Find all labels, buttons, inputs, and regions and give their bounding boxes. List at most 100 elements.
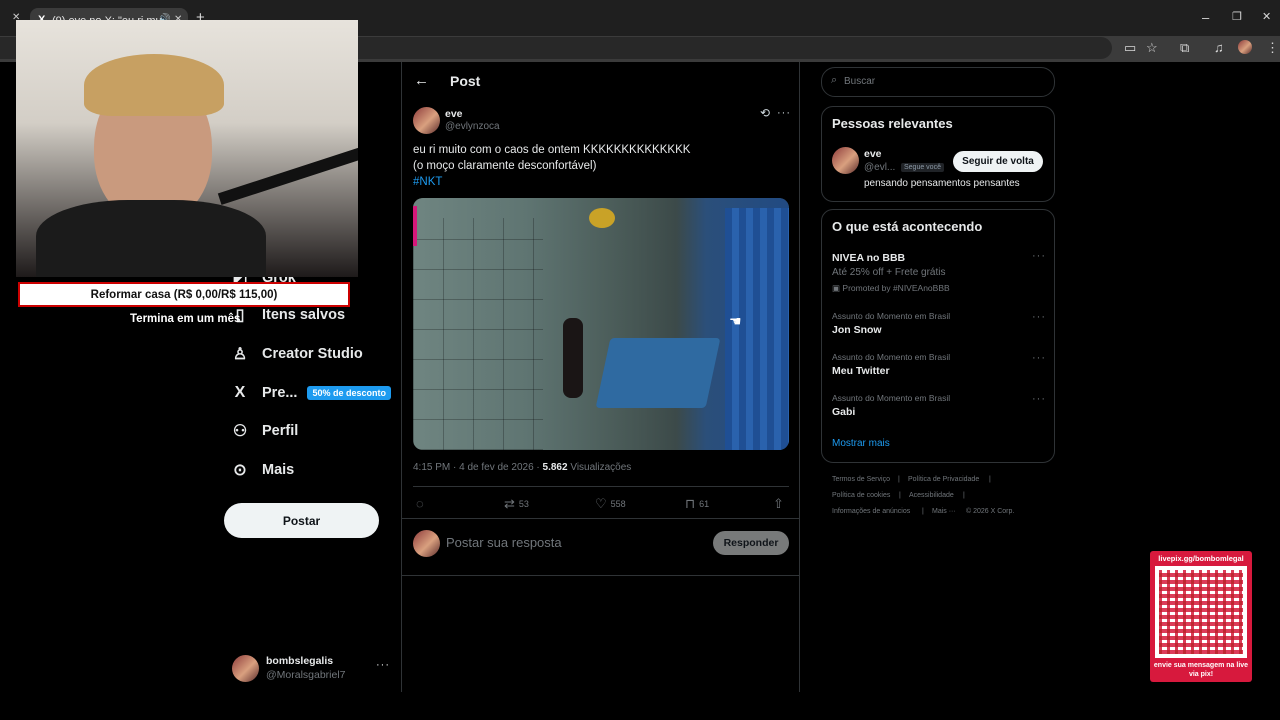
share-action[interactable]: ⇧ bbox=[773, 496, 784, 512]
relevant-people-title: Pessoas relevantes bbox=[832, 116, 953, 131]
person-icon: ⚇ bbox=[232, 423, 248, 440]
minimize-button[interactable]: – bbox=[1202, 10, 1209, 25]
views-label: Visualizações bbox=[567, 462, 632, 473]
promoted-by-label: Promoted by #NIVEAnoBBB bbox=[842, 283, 950, 293]
trend-item[interactable]: Assunto do Momento em Brasil Gabi ··· bbox=[832, 393, 1046, 421]
trend-more-icon[interactable]: ··· bbox=[1032, 352, 1046, 364]
follows-you-badge: Segue você bbox=[901, 163, 944, 172]
extensions-icon[interactable]: ⧉ bbox=[1180, 40, 1189, 56]
reply-action[interactable]: ◌ bbox=[416, 496, 424, 511]
trend-more-icon[interactable]: ··· bbox=[1032, 250, 1046, 262]
trend-name: Gabi bbox=[832, 406, 856, 418]
like-count: 558 bbox=[610, 499, 626, 509]
close-window-button[interactable]: ✕ bbox=[1262, 10, 1271, 23]
divider bbox=[413, 486, 789, 487]
x-logo-icon: X bbox=[234, 384, 246, 401]
search-input[interactable]: Buscar bbox=[844, 76, 875, 87]
webcam-person-hair bbox=[84, 54, 224, 116]
post-more-icon[interactable]: ··· bbox=[777, 107, 791, 119]
trend-name: Jon Snow bbox=[832, 324, 882, 336]
search-box[interactable]: ⌕ Buscar bbox=[821, 67, 1055, 97]
footer-terms-link[interactable]: Termos de Serviço bbox=[832, 476, 890, 483]
show-more-link[interactable]: Mostrar mais bbox=[832, 438, 890, 449]
footer-privacy-link[interactable]: Política de Privacidade bbox=[908, 476, 979, 483]
nav-item-label: Creator Studio bbox=[262, 346, 363, 362]
retweet-action[interactable]: ⇄ 53 bbox=[504, 496, 529, 512]
account-avatar bbox=[232, 655, 259, 682]
nav-item-more[interactable]: ⊙ Mais bbox=[230, 456, 294, 484]
account-more-icon[interactable]: ··· bbox=[376, 659, 390, 671]
relevant-person-handle[interactable]: @evl... bbox=[864, 162, 895, 173]
qr-message: envie sua mensagem na live via pix! bbox=[1153, 662, 1249, 678]
trend-context: Assunto do Momento em Brasil bbox=[832, 311, 951, 321]
discount-badge: 50% de desconto bbox=[307, 386, 391, 400]
post-hashtag[interactable]: #NKT bbox=[413, 176, 442, 188]
nav-item-label: Pre... bbox=[262, 385, 298, 401]
cast-icon[interactable]: ▭ bbox=[1124, 40, 1136, 56]
qr-pattern bbox=[1159, 570, 1243, 654]
video-bed bbox=[595, 338, 721, 408]
follow-back-button[interactable]: Seguir de volta bbox=[953, 151, 1043, 172]
browser-menu-icon[interactable]: ⋮ bbox=[1266, 40, 1279, 56]
trend-item[interactable]: Assunto do Momento em Brasil Jon Snow ··… bbox=[832, 311, 1046, 339]
relevant-person-bio: pensando pensamentos pensantes bbox=[864, 178, 1020, 189]
search-icon: ⌕ bbox=[831, 74, 838, 86]
promoted-trend[interactable]: NIVEA no BBB Até 25% off + Frete grátis … bbox=[832, 250, 1046, 296]
like-action[interactable]: ♡ 558 bbox=[595, 496, 626, 512]
grok-explain-icon[interactable]: ⟲ bbox=[760, 106, 770, 120]
promoted-by: ▣ Promoted by #NIVEAnoBBB bbox=[832, 283, 950, 294]
relevant-people-card: Pessoas relevantes eve @evl... Segue voc… bbox=[821, 106, 1055, 202]
divider bbox=[401, 575, 799, 576]
footer-copyright: © 2026 X Corp. bbox=[966, 508, 1015, 515]
mouse-cursor-icon: ☚ bbox=[729, 313, 742, 329]
donation-goal-bar: Reformar casa (R$ 0,00/R$ 115,00) bbox=[18, 282, 350, 307]
post-button[interactable]: Postar bbox=[224, 503, 379, 538]
nav-item-premium[interactable]: X Pre... 50% de desconto bbox=[230, 379, 391, 407]
promoted-trend-title: NIVEA no BBB bbox=[832, 252, 906, 264]
back-arrow-icon[interactable]: ← bbox=[414, 72, 429, 89]
post-text-line2: (o moço claramente desconfortável) bbox=[413, 160, 597, 172]
trends-title: O que está acontecendo bbox=[832, 219, 983, 234]
footer-more-link[interactable]: Mais ··· bbox=[932, 508, 956, 515]
trend-context: Assunto do Momento em Brasil bbox=[832, 352, 951, 362]
views-count: 5.862 bbox=[542, 462, 568, 473]
post-text-line1: eu ri muito com o caos de ontem KKKKKKKK… bbox=[413, 144, 691, 156]
qr-code-icon bbox=[1155, 566, 1247, 658]
relevant-person-name[interactable]: eve bbox=[864, 148, 882, 160]
video-accent-strip bbox=[413, 206, 417, 246]
center-left-border bbox=[401, 62, 402, 692]
reply-input[interactable]: Postar sua resposta bbox=[446, 535, 562, 550]
post-media-video[interactable]: ☚ bbox=[413, 198, 789, 450]
post-time-date: 4:15 PM · 4 de fev de 2026 · bbox=[413, 462, 543, 473]
trend-item[interactable]: Assunto do Momento em Brasil Meu Twitter… bbox=[832, 352, 1046, 380]
qr-url: livepix.gg/bombomlegal bbox=[1158, 554, 1244, 563]
webcam-person-body bbox=[36, 200, 266, 277]
post-author-avatar[interactable] bbox=[413, 107, 440, 134]
trend-more-icon[interactable]: ··· bbox=[1032, 393, 1046, 405]
trend-more-icon[interactable]: ··· bbox=[1032, 311, 1046, 323]
nav-item-label: Itens salvos bbox=[262, 307, 346, 323]
reply-button[interactable]: Responder bbox=[713, 531, 789, 555]
account-switcher[interactable]: bombslegalis @Moralsgabriel7 ··· bbox=[230, 653, 390, 683]
post-author-handle[interactable]: @evlynzoca bbox=[445, 121, 500, 132]
media-control-icon[interactable]: ♫ bbox=[1214, 40, 1224, 55]
footer-ads-link[interactable]: Informações de anúncios bbox=[832, 508, 910, 515]
bookmark-star-icon[interactable]: ☆ bbox=[1146, 40, 1158, 56]
retweet-icon: ⇄ bbox=[504, 496, 515, 511]
retweet-count: 53 bbox=[518, 499, 529, 509]
bookmark-count: 61 bbox=[699, 499, 710, 509]
promoted-trend-subtitle: Até 25% off + Frete grátis bbox=[832, 267, 946, 278]
footer-accessibility-link[interactable]: Acessibilidade bbox=[909, 492, 954, 499]
footer-cookies-link[interactable]: Política de cookies bbox=[832, 492, 890, 499]
post-author-name[interactable]: eve bbox=[445, 108, 463, 120]
nav-item-profile[interactable]: ⚇ Perfil bbox=[230, 417, 298, 445]
video-character bbox=[563, 318, 583, 398]
nav-item-creator-studio[interactable]: ♙ Creator Studio bbox=[230, 340, 363, 368]
footer-separator: | bbox=[922, 508, 924, 515]
nav-item-label: Mais bbox=[262, 462, 295, 478]
bookmark-action[interactable]: ⊓ 61 bbox=[685, 496, 709, 512]
browser-profile-avatar[interactable] bbox=[1238, 40, 1252, 54]
restore-button[interactable]: ❐ bbox=[1232, 10, 1242, 23]
page-title: Post bbox=[450, 73, 481, 89]
relevant-person-avatar[interactable] bbox=[832, 147, 859, 174]
